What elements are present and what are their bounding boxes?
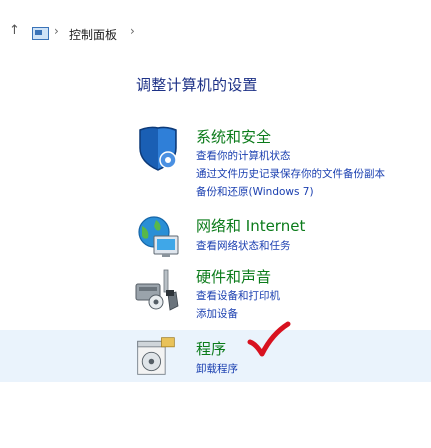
link-add-device[interactable]: 添加设备	[196, 306, 238, 321]
address-bar: ↑ › 控制面板 ›	[0, 22, 431, 46]
category-network-internet: 网络和 Internet 查看网络状态和任务	[0, 210, 431, 260]
hardware-sound-icon[interactable]	[134, 266, 182, 314]
link-devices-printers[interactable]: 查看设备和打印机	[196, 288, 280, 303]
category-hardware-sound: 硬件和声音 查看设备和打印机 添加设备	[0, 264, 431, 326]
category-programs[interactable]: 程序 卸载程序	[0, 330, 431, 382]
programs-icon[interactable]	[134, 333, 178, 379]
page-title: 调整计算机的设置	[136, 76, 258, 94]
control-panel-icon[interactable]	[32, 27, 49, 40]
category-system-security: 系统和安全 查看你的计算机状态 通过文件历史记录保存你的文件备份副本 备份和还原…	[0, 120, 431, 204]
chevron-right-icon[interactable]: ›	[130, 24, 135, 38]
link-uninstall-program[interactable]: 卸载程序	[196, 361, 238, 376]
category-title-programs[interactable]: 程序	[196, 338, 226, 359]
link-view-computer-status[interactable]: 查看你的计算机状态	[196, 148, 291, 163]
breadcrumb-control-panel[interactable]: 控制面板	[69, 26, 117, 43]
up-arrow-icon[interactable]: ↑	[9, 23, 20, 38]
link-file-history-backup[interactable]: 通过文件历史记录保存你的文件备份副本	[196, 166, 385, 181]
red-checkmark-icon	[247, 321, 291, 357]
category-title-hardware-sound[interactable]: 硬件和声音	[196, 266, 271, 287]
category-title-system-security[interactable]: 系统和安全	[196, 126, 271, 147]
shield-icon[interactable]	[134, 124, 182, 172]
chevron-right-icon[interactable]: ›	[54, 24, 59, 38]
category-title-network[interactable]: 网络和 Internet	[196, 215, 305, 236]
link-network-status[interactable]: 查看网络状态和任务	[196, 238, 291, 253]
network-globe-icon[interactable]	[134, 212, 182, 260]
link-backup-restore[interactable]: 备份和还原(Windows 7)	[196, 184, 314, 199]
